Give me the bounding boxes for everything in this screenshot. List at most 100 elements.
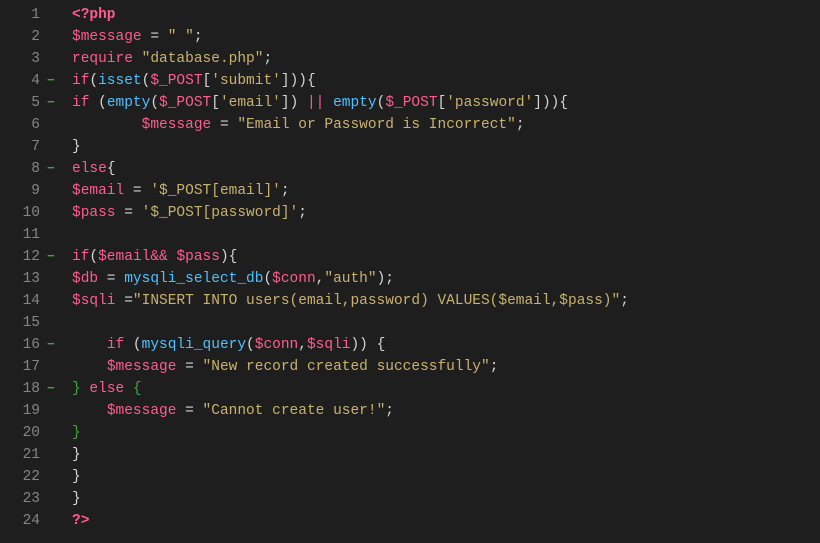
fold-icon[interactable]: −: [44, 92, 58, 114]
token: [: [438, 92, 447, 114]
code-line[interactable]: ?>: [72, 510, 629, 532]
token: =: [176, 356, 202, 378]
token: =: [124, 180, 150, 202]
fold-icon[interactable]: −: [44, 246, 58, 268]
token: $sqli: [72, 290, 116, 312]
code-line[interactable]: } else {: [72, 378, 629, 400]
gutter-row: 19: [0, 400, 58, 422]
code-line[interactable]: $pass = '$_POST[password]';: [72, 202, 629, 224]
line-number: 16: [23, 334, 44, 356]
fold-icon[interactable]: −: [44, 334, 58, 356]
token: $conn: [272, 268, 316, 290]
code-line[interactable]: $message = "New record created successfu…: [72, 356, 629, 378]
token: $conn: [255, 334, 299, 356]
code-line[interactable]: $message = "Email or Password is Incorre…: [72, 114, 629, 136]
token: )) {: [350, 334, 385, 356]
line-number: 7: [31, 136, 44, 158]
gutter-row: 24: [0, 510, 58, 532]
code-line[interactable]: [72, 224, 629, 246]
gutter-row: 16−: [0, 334, 58, 356]
token: $_POST: [385, 92, 437, 114]
token: =: [211, 114, 237, 136]
code-line[interactable]: }: [72, 444, 629, 466]
token: =: [116, 202, 142, 224]
gutter-row: 15: [0, 312, 58, 334]
gutter-row: 21: [0, 444, 58, 466]
code-line[interactable]: require "database.php";: [72, 48, 629, 70]
code-line[interactable]: if(isset($_POST['submit'])){: [72, 70, 629, 92]
code-line[interactable]: else{: [72, 158, 629, 180]
token: "INSERT INTO users(email,password) VALUE…: [133, 290, 620, 312]
token: =: [116, 290, 133, 312]
code-line[interactable]: if (empty($_POST['email']) || empty($_PO…: [72, 92, 629, 114]
token: ]): [281, 92, 307, 114]
token: ;: [281, 180, 290, 202]
line-number: 20: [23, 422, 44, 444]
token: ||: [307, 92, 324, 114]
token: 'email': [220, 92, 281, 114]
code-line[interactable]: $db = mysqli_select_db($conn,"auth");: [72, 268, 629, 290]
code-line[interactable]: }: [72, 422, 629, 444]
gutter-row: 17: [0, 356, 58, 378]
token: "Cannot create user!": [203, 400, 386, 422]
line-number: 23: [23, 488, 44, 510]
code-line[interactable]: $sqli ="INSERT INTO users(email,password…: [72, 290, 629, 312]
code-line[interactable]: }: [72, 466, 629, 488]
token: (: [263, 268, 272, 290]
line-number: 1: [31, 4, 44, 26]
token: empty: [333, 92, 377, 114]
token: else: [72, 158, 107, 180]
gutter-row: 6: [0, 114, 58, 136]
token: ])){: [533, 92, 568, 114]
token: 'password': [446, 92, 533, 114]
gutter-row: 10: [0, 202, 58, 224]
token: }: [72, 488, 81, 510]
code-line[interactable]: $message = " ";: [72, 26, 629, 48]
token: (: [89, 70, 98, 92]
code-line[interactable]: <?php: [72, 4, 629, 26]
gutter-row: 20: [0, 422, 58, 444]
line-number: 2: [31, 26, 44, 48]
gutter-row: 23: [0, 488, 58, 510]
token: if: [72, 92, 89, 114]
token: {: [133, 378, 142, 400]
fold-icon[interactable]: −: [44, 70, 58, 92]
token: [72, 400, 107, 422]
token: $_POST: [159, 92, 211, 114]
gutter-row: 7: [0, 136, 58, 158]
token: " ": [168, 26, 194, 48]
token: }: [72, 466, 81, 488]
code-line[interactable]: $email = '$_POST[email]';: [72, 180, 629, 202]
token: "database.php": [142, 48, 264, 70]
token: }: [72, 136, 81, 158]
line-number: 4: [31, 70, 44, 92]
gutter-row: 12−: [0, 246, 58, 268]
line-number: 15: [23, 312, 44, 334]
token: empty: [107, 92, 151, 114]
code-line[interactable]: [72, 312, 629, 334]
token: [324, 92, 333, 114]
fold-icon[interactable]: −: [44, 158, 58, 180]
gutter-row: 11: [0, 224, 58, 246]
fold-icon[interactable]: −: [44, 378, 58, 400]
code-line[interactable]: $message = "Cannot create user!";: [72, 400, 629, 422]
token: (: [89, 246, 98, 268]
token: ?>: [72, 510, 89, 532]
line-number: 6: [31, 114, 44, 136]
code-editor[interactable]: 1234−5−678−9101112−13141516−1718−1920212…: [0, 0, 820, 532]
code-line[interactable]: if($email&& $pass){: [72, 246, 629, 268]
token: $email: [98, 246, 150, 268]
token: $pass: [72, 202, 116, 224]
line-number: 19: [23, 400, 44, 422]
code-line[interactable]: }: [72, 488, 629, 510]
token: (: [246, 334, 255, 356]
gutter-row: 22: [0, 466, 58, 488]
token: "Email or Password is Incorrect": [237, 114, 515, 136]
code-line[interactable]: }: [72, 136, 629, 158]
token: [81, 378, 90, 400]
token: ;: [263, 48, 272, 70]
code-line[interactable]: if (mysqli_query($conn,$sqli)) {: [72, 334, 629, 356]
line-number: 21: [23, 444, 44, 466]
gutter-row: 4−: [0, 70, 58, 92]
code-area[interactable]: <?php$message = " ";require "database.ph…: [58, 0, 629, 532]
